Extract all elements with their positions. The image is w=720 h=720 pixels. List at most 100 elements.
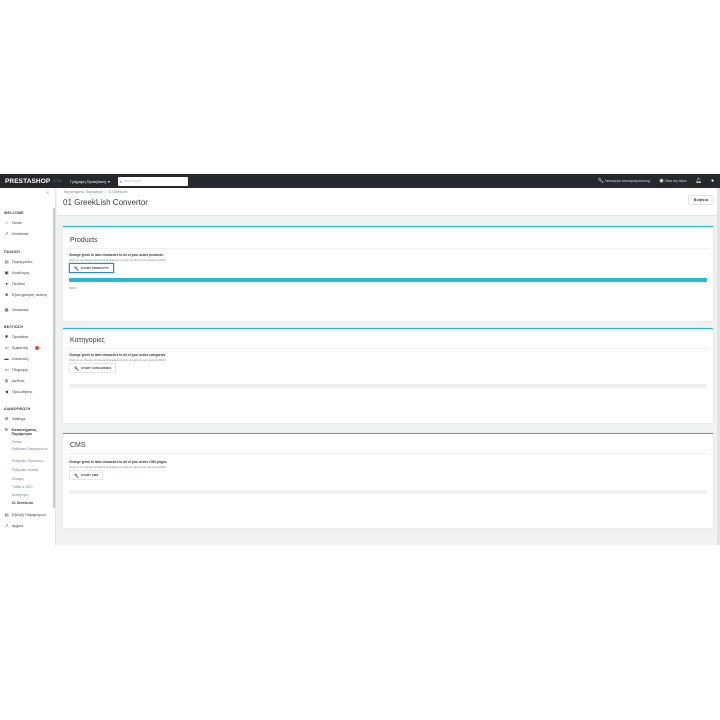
wrench-icon: 🔧︎	[74, 472, 80, 478]
wrench-icon: 🔧︎	[74, 265, 80, 271]
quick-access-button[interactable]: Γρήγορη Πρόσβαση ▾	[70, 179, 110, 184]
button-label: START CMS	[81, 473, 99, 477]
panel-divider	[67, 248, 709, 249]
app-window: PRESTASHOP 1.7.6 Γρήγορη Πρόσβαση ▾ ⌕ Αν…	[0, 174, 720, 545]
sidebar-item-label: Προσθέτα	[12, 335, 29, 339]
megaphone-icon: ◀	[4, 389, 9, 394]
sidebar-subitem-search[interactable]: Αναζήτηση	[12, 493, 54, 497]
breadcrumb-separator: /	[104, 190, 106, 194]
sidebar-section-configure: ΔΙΑΜΟΡΦΩΣΗ	[4, 407, 31, 411]
gear-icon: ⚙	[4, 416, 9, 421]
breadcrumb: Καταστήματος Παράμετροι/01 GreekLish	[64, 190, 128, 194]
trending-icon: ↗	[4, 523, 9, 528]
collapse-sidebar-icon[interactable]: «	[46, 190, 49, 196]
top-bar: PRESTASHOP 1.7.6 Γρήγορη Πρόσβαση ▾ ⌕ Αν…	[0, 174, 720, 188]
globe-icon: ◍	[4, 378, 9, 383]
sidebar-item-modules[interactable]: ✱ Προσθέτα	[4, 334, 54, 339]
home-icon: ⌂	[5, 220, 8, 225]
help-button[interactable]: Βοήθεια	[687, 195, 714, 205]
sidebar-item-orders[interactable]: ▤ Παραγγελίες	[4, 259, 54, 264]
sidebar-item-label: Καταστήματος Παράμετροι	[11, 428, 37, 437]
sidebar-scrollbar[interactable]	[53, 208, 55, 508]
start-cms-button[interactable]: 🔧︎ START CMS	[69, 470, 104, 480]
sidebar-item-label: Εξέλιξη Παράμετρων	[12, 513, 47, 517]
search-input[interactable]: ⌕ Αναζήτηση	[117, 176, 188, 186]
sidebar-item-label: Στατιστικά	[12, 232, 29, 236]
breadcrumb-item[interactable]: Καταστήματος Παράμετροι	[64, 190, 103, 194]
start-products-button[interactable]: 🔧︎ START PRODUCTS	[69, 263, 114, 273]
account-icon[interactable]: ●	[711, 178, 714, 184]
products-panel: Products Change greek to latin character…	[63, 226, 713, 321]
truck-icon: ▬	[4, 356, 9, 361]
start-categories-button[interactable]: 🔧︎ START CATEGORIES	[69, 363, 117, 373]
credit-card-icon: ▭	[4, 367, 9, 372]
sidebar-item-statistics[interactable]: ▦ Στατιστικά	[4, 307, 54, 312]
sidebar-item-design[interactable]: ▭ Εμφάνιση	[4, 345, 54, 350]
categories-progress-bar	[69, 384, 707, 388]
sidebar-subitem-product-settings[interactable]: Ρυθμίσεις Προϊόντων	[12, 459, 54, 463]
sidebar-item-label: Πελάτες	[12, 282, 26, 286]
top-right-actions: 🔧︎ Λειτουργία αποσφαλμάτωσης ◉ View my s…	[597, 174, 714, 188]
sidebar-item-label: Κατάλογος	[12, 271, 30, 275]
search-icon: ⌕	[119, 178, 123, 184]
debug-mode-label: Λειτουργία αποσφαλμάτωσης	[604, 179, 651, 183]
sidebar-item-advanced-parameters[interactable]: ▤ Εξέλιξη Παράμετρων	[4, 512, 54, 517]
sidebar-item-label: Διεθνής	[12, 379, 25, 383]
gear-icon: ⚙	[4, 427, 9, 432]
panel-title: Κατηγορίες	[70, 337, 105, 344]
puzzle-icon: ✱	[4, 334, 9, 339]
sidebar-subitem-contacts[interactable]: Επαφές	[12, 477, 54, 481]
sidebar-item-shipping[interactable]: ▬ Αποστολή	[4, 356, 54, 361]
chat-icon: ■	[5, 292, 8, 297]
panel-note: Click on to change all Greek characters …	[69, 465, 167, 469]
cms-progress-bar	[69, 490, 707, 494]
sidebar-item-label: Αρχικό	[12, 524, 24, 528]
sidebar-item-customers[interactable]: ● Πελάτες	[4, 281, 54, 286]
quick-access-label: Γρήγορη Πρόσβαση	[70, 178, 106, 184]
logo[interactable]: PRESTASHOP	[5, 178, 50, 185]
sidebar-item-international[interactable]: ◍ Διεθνής	[4, 378, 54, 383]
sidebar-subitem-order-settings[interactable]: Ρυθμίσεις Παραγγελιών	[12, 447, 54, 451]
panel-note: Click on to change all Greek characters …	[69, 258, 167, 262]
sidebar-item-label: Settings	[12, 417, 26, 421]
sidebar-subitem-greeklish[interactable]: 01 GreekLish	[12, 501, 54, 505]
view-store-link[interactable]: ◉ View my store	[659, 178, 686, 184]
wrench-icon: 🔧︎	[74, 365, 80, 371]
sidebar-item-shop-parameters[interactable]: ⚙ Καταστήματος Παράμετροι	[4, 427, 54, 437]
chevron-down-icon: ▾	[107, 178, 110, 184]
sidebar-subitem-traffic-seo[interactable]: Traffic & SEO	[12, 485, 54, 489]
categories-panel: Κατηγορίες Change greek to latin charact…	[63, 328, 713, 423]
notifications-icon[interactable]: 🔔︎	[696, 178, 702, 184]
sidebar: « WELCOME ⌂ Home ↗ Στατιστικά ΠΩΛΗΣΗ ▤ Παρα…	[0, 188, 56, 545]
sidebar-item-label: Αποστολή	[12, 357, 29, 361]
panel-note: Click on to change all Greek characters …	[69, 358, 167, 362]
sidebar-item-stats[interactable]: ↗ Στατιστικά	[4, 231, 54, 236]
sidebar-item-label: Προωθήσεις	[12, 390, 33, 394]
chart-icon: ▦	[4, 307, 9, 312]
debug-mode-link[interactable]: 🔧︎ Λειτουργία αποσφαλμάτωσης	[597, 178, 650, 184]
sidebar-item-settings[interactable]: ⚙ Settings	[4, 416, 54, 421]
sidebar-item-catalog[interactable]: ▣ Κατάλογος	[4, 270, 54, 275]
panel-description: Change greek to latin characters to all …	[69, 253, 164, 257]
sidebar-item-customer-service[interactable]: ■ Εξυπηρέτηση πελάτη	[4, 292, 54, 297]
progress-fill	[69, 278, 707, 282]
sidebar-item-dashboard-bottom[interactable]: ↗ Αρχικό	[4, 523, 54, 528]
view-store-label: View my store	[664, 179, 687, 183]
sidebar-item-promotions[interactable]: ◀ Προωθήσεις	[4, 389, 54, 394]
sidebar-item-label: Εμφάνιση	[12, 346, 29, 350]
store-icon: ▣	[4, 270, 9, 275]
page-header: Καταστήματος Παράμετροι/01 GreekLish 01 …	[57, 188, 720, 216]
cms-panel: CMS Change greek to latin characters to …	[63, 433, 713, 528]
sidebar-subitem-general[interactable]: Γενικά	[12, 440, 54, 444]
inbox-icon: ▤	[4, 259, 9, 264]
sidebar-item-home[interactable]: ⌂ Home	[4, 220, 54, 225]
button-label: START PRODUCTS	[81, 266, 109, 270]
progress-label: 100%	[69, 286, 77, 290]
sidebar-item-label: Εξυπηρέτηση πελάτη	[12, 293, 47, 297]
sidebar-item-payment[interactable]: ▭ Πληρωμή	[4, 367, 54, 372]
sidebar-section-sell: ΠΩΛΗΣΗ	[4, 250, 21, 254]
panel-divider	[67, 453, 709, 454]
sidebar-item-label: Στατιστικά	[12, 308, 29, 312]
notification-badge	[35, 346, 40, 350]
sidebar-subitem-customer-settings[interactable]: Ρυθμίσεις πελάτη	[12, 468, 54, 472]
